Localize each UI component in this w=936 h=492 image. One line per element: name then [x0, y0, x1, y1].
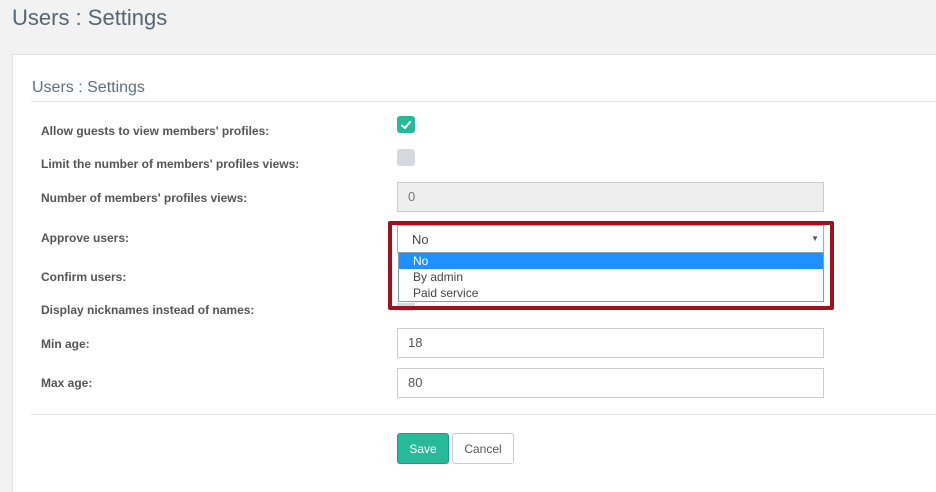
- min-age-label: Min age:: [41, 337, 90, 351]
- limit-views-checkbox[interactable]: [397, 149, 415, 166]
- check-icon: [401, 120, 411, 129]
- min-age-input[interactable]: 18: [397, 328, 824, 358]
- allow-guests-label: Allow guests to view members' profiles:: [41, 124, 270, 138]
- save-button[interactable]: Save: [397, 433, 449, 464]
- display-nicknames-label: Display nicknames instead of names:: [41, 303, 255, 317]
- max-age-input[interactable]: 80: [397, 368, 824, 398]
- num-views-input: 0: [397, 182, 824, 212]
- settings-panel: Users : Settings Allow guests to view me…: [12, 54, 936, 492]
- panel-divider: [31, 101, 936, 102]
- num-views-label: Number of members' profiles views:: [41, 191, 248, 205]
- page-title: Users : Settings: [12, 5, 168, 30]
- highlight-annotation: [388, 221, 834, 310]
- form-footer-divider: [31, 414, 936, 415]
- cancel-button[interactable]: Cancel: [452, 433, 514, 464]
- limit-views-label: Limit the number of members' profiles vi…: [41, 157, 300, 171]
- confirm-users-label: Confirm users:: [41, 270, 127, 284]
- panel-title: Users : Settings: [32, 79, 145, 96]
- allow-guests-checkbox[interactable]: [397, 116, 415, 133]
- approve-users-label: Approve users:: [41, 231, 130, 245]
- max-age-label: Max age:: [41, 376, 93, 390]
